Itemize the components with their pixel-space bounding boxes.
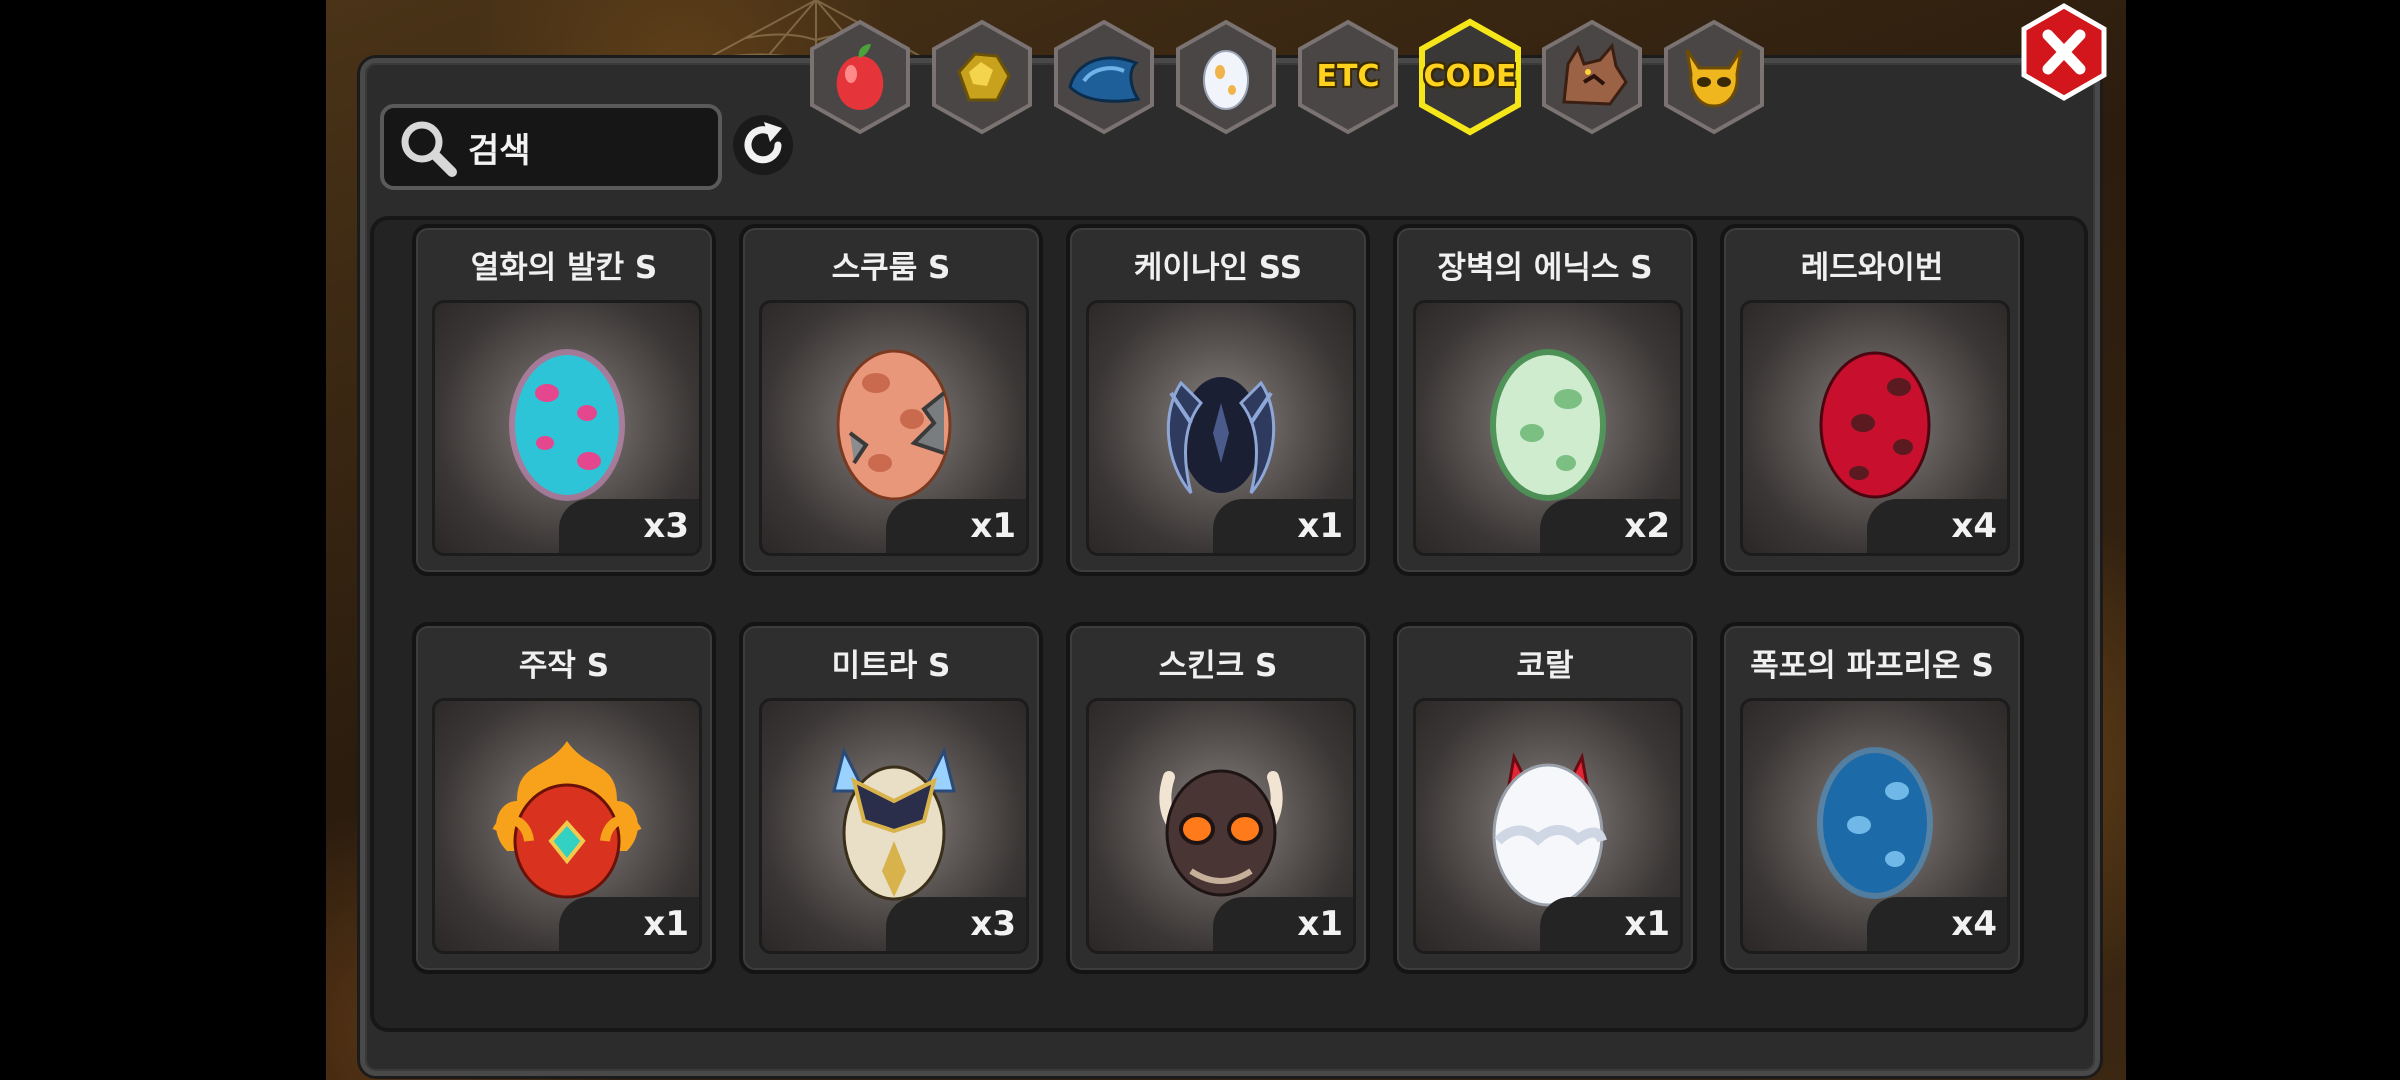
- item-name: 코랄: [1516, 648, 1574, 684]
- tab-mask[interactable]: [1660, 18, 1768, 136]
- tab-egg[interactable]: [1172, 18, 1280, 136]
- item-frame: x1: [1413, 698, 1683, 954]
- item-quantity: x4: [1867, 499, 2007, 553]
- close-button[interactable]: [2018, 2, 2110, 102]
- red-spotted-egg-icon: [1819, 351, 1931, 499]
- item-frame: x1: [1086, 300, 1356, 556]
- item-card[interactable]: 폭포의 파프리온 S x4: [1720, 622, 2024, 974]
- item-frame: x3: [759, 698, 1029, 954]
- item-card[interactable]: 코랄 x1: [1393, 622, 1697, 974]
- item-card[interactable]: 주작 S x1: [412, 622, 716, 974]
- werewolf-icon: [1562, 42, 1628, 106]
- item-quantity: x1: [886, 499, 1026, 553]
- item-name: 열화의 발칸 S: [470, 250, 658, 286]
- green-spotted-egg-icon: [1490, 349, 1606, 501]
- item-card[interactable]: 스킨크 S x1: [1066, 622, 1370, 974]
- item-quantity: x2: [1540, 499, 1680, 553]
- item-name: 미트라 S: [831, 648, 951, 684]
- item-name: 폭포의 파프리온 S: [1750, 648, 1994, 684]
- code-icon: CODE: [1423, 59, 1517, 94]
- cyan-pink-spotted-egg-icon: [509, 349, 625, 501]
- item-quantity: x3: [886, 897, 1026, 951]
- search-placeholder: 검색: [468, 130, 531, 171]
- tab-gold-ore[interactable]: [928, 18, 1036, 136]
- tab-werewolf[interactable]: [1538, 18, 1646, 136]
- item-quantity: x1: [1213, 897, 1353, 951]
- item-name: 레드와이번: [1800, 250, 1944, 286]
- item-name: 스킨크 S: [1158, 648, 1278, 684]
- item-card[interactable]: 스쿠룸 S x1: [739, 224, 1043, 576]
- item-frame: x1: [759, 300, 1029, 556]
- tab-fruit[interactable]: [806, 18, 914, 136]
- item-frame: x4: [1740, 300, 2010, 556]
- search-input[interactable]: 검색: [380, 104, 722, 190]
- item-frame: x1: [1086, 698, 1356, 954]
- refresh-icon[interactable]: [730, 112, 796, 178]
- egg-icon: [1203, 50, 1249, 110]
- item-frame: x2: [1413, 300, 1683, 556]
- fire-phoenix-egg-icon: [492, 741, 642, 899]
- item-name: 장벽의 에닉스 S: [1437, 250, 1653, 286]
- armored-winged-egg-icon: [832, 746, 956, 901]
- horned-mask-icon: [1685, 49, 1743, 108]
- search-icon: [401, 121, 457, 177]
- item-quantity: x1: [1540, 897, 1680, 951]
- dark-spiked-egg-icon: [1166, 377, 1276, 494]
- item-quantity: x3: [559, 499, 699, 553]
- item-card[interactable]: 케이나인 SS x1: [1066, 224, 1370, 576]
- etc-icon: ETC: [1316, 59, 1380, 94]
- item-name: 스쿠룸 S: [831, 250, 951, 286]
- dark-horned-egg-icon: [1159, 769, 1283, 897]
- item-quantity: x4: [1867, 897, 2007, 951]
- item-card[interactable]: 열화의 발칸 S x3: [412, 224, 716, 576]
- fruit-icon: [836, 44, 884, 110]
- tab-scale[interactable]: [1050, 18, 1158, 136]
- item-frame: x1: [432, 698, 702, 954]
- item-card[interactable]: 미트라 S x3: [739, 622, 1043, 974]
- tab-etc[interactable]: ETC: [1294, 18, 1402, 136]
- item-quantity: x1: [1213, 499, 1353, 553]
- item-frame: x4: [1740, 698, 2010, 954]
- item-frame: x3: [432, 300, 702, 556]
- white-red-horned-egg-icon: [1492, 752, 1607, 907]
- item-quantity: x1: [559, 897, 699, 951]
- item-name: 주작 S: [518, 648, 610, 684]
- item-card[interactable]: 장벽의 에닉스 S x2: [1393, 224, 1697, 576]
- tab-code[interactable]: CODE: [1416, 18, 1524, 136]
- item-name: 케이나인 SS: [1133, 250, 1303, 286]
- cracked-orange-egg-icon: [836, 349, 952, 501]
- blue-spotted-egg-icon: [1817, 747, 1933, 899]
- item-card[interactable]: 레드와이번 x4: [1720, 224, 2024, 576]
- blue-scale-icon: [1068, 56, 1141, 103]
- gold-ore-icon: [957, 52, 1011, 102]
